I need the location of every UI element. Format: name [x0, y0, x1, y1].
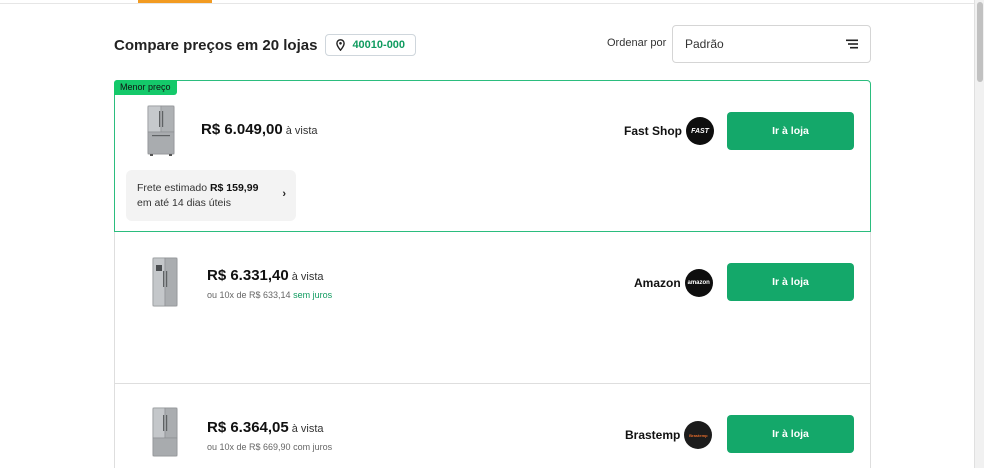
price-block: R$ 6.331,40 à vista ou 10x de R$ 633,14 s… — [207, 267, 332, 300]
installment-text: ou 10x de R$ 669,90 com juros — [207, 442, 333, 452]
filter-lines-icon — [846, 39, 858, 49]
store-name: Amazon — [634, 276, 681, 290]
store-info: Brastemp Brastemp — [625, 421, 713, 449]
fast-shop-logo: FAST — [686, 117, 715, 145]
location-pin-icon — [336, 39, 346, 51]
fridge-product-image — [152, 257, 178, 307]
interest-free-label: sem juros — [293, 290, 333, 300]
price: R$ 6.049,00 — [201, 121, 283, 138]
lowest-price-badge: Menor preço — [114, 80, 177, 95]
sort-value: Padrão — [685, 37, 724, 51]
cep-value: 40010-000 — [352, 39, 406, 51]
active-tab-indicator — [138, 0, 212, 3]
fridge-product-image — [147, 105, 175, 156]
price-block: R$ 6.364,05 à vista ou 10x de R$ 669,90 c… — [207, 419, 332, 452]
amazon-logo: amazon — [684, 269, 713, 297]
sort-label: Ordenar por — [607, 37, 667, 49]
brastemp-logo: Brastemp — [684, 421, 713, 449]
store-info: Fast Shop FAST — [624, 117, 715, 145]
price-block: R$ 6.049,00 à vista — [201, 121, 318, 139]
cash-label: à vista — [285, 125, 318, 137]
installment-info: ou 10x de R$ 669,90 com juros — [207, 442, 332, 452]
shipping-value: R$ 159,99 — [209, 182, 259, 194]
chevron-right-icon: › — [282, 188, 286, 200]
shipping-estimate[interactable]: Frete estimado R$ 159,99 em até 14 dias … — [126, 170, 296, 221]
store-info: Amazon amazon — [634, 269, 713, 297]
scrollbar-thumb[interactable] — [977, 2, 983, 82]
offer-card: R$ 6.331,40 à vista ou 10x de R$ 633,14 s… — [114, 232, 871, 384]
compare-title: Compare preços em 20 lojas — [114, 36, 318, 54]
price: R$ 6.364,05 — [207, 419, 289, 436]
cash-label: à vista — [291, 423, 324, 435]
go-to-store-button[interactable]: Ir à loja — [727, 263, 854, 301]
offer-card: R$ 6.364,05 à vista ou 10x de R$ 669,90 c… — [114, 384, 871, 468]
price: R$ 6.331,40 — [207, 267, 289, 284]
offer-card: Menor preço R$ 6.049,00 à vista Frete est… — [114, 80, 871, 232]
compare-header: Compare preços em 20 lojas 40010-000 — [114, 34, 417, 56]
shipping-line: Frete estimado R$ 159,99 — [137, 181, 285, 196]
store-name: Brastemp — [625, 428, 681, 442]
store-name: Fast Shop — [624, 124, 683, 138]
cash-label: à vista — [291, 271, 324, 283]
cep-button[interactable]: 40010-000 — [325, 34, 417, 56]
shipping-eta: em até 14 dias úteis — [137, 197, 231, 209]
fridge-product-image — [152, 407, 178, 457]
go-to-store-button[interactable]: Ir à loja — [727, 112, 854, 150]
installment-text: ou 10x de R$ 633,14 — [207, 290, 291, 300]
shipping-prefix: Frete estimado — [137, 182, 208, 194]
sort-select[interactable]: Padrão — [672, 25, 871, 63]
installment-info: ou 10x de R$ 633,14 sem juros — [207, 290, 332, 300]
page-scrollbar[interactable] — [974, 0, 984, 468]
go-to-store-button[interactable]: Ir à loja — [727, 415, 854, 453]
